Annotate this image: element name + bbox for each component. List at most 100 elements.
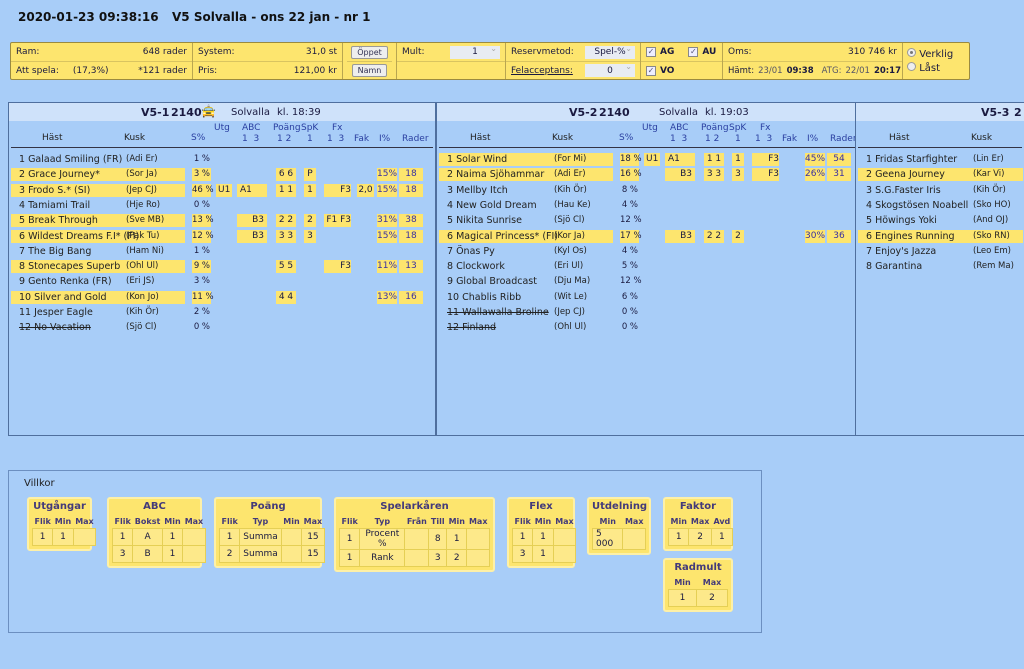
horse-abc[interactable]: B3 [237,214,267,228]
horse-row[interactable]: 3 S.G.Faster Iris (Kih Ör) [856,184,1023,198]
horse-fx[interactable]: F3 [324,183,351,197]
horse-row[interactable]: 4 Tamiami Trail (Hje Ro) 0 % [9,199,435,213]
horse-rader[interactable]: 18 [399,229,423,243]
horse-row[interactable]: 6 Engines Running (Sko RN) [856,229,1023,244]
horse-row[interactable]: 1 Galaad Smiling (FR) (Adi Er) 1 % [9,153,435,167]
horse-row[interactable]: 5 Höwings Yoki (And OJ) [856,214,1023,228]
card-row[interactable]: 11 [511,527,577,546]
horse-row[interactable]: 8 Stonecapes Superb (Ohl Ul) 9 % 5 5 F3 11% 13 [9,260,435,274]
horse-row[interactable]: 8 Garantina (Rem Ma) [856,260,1023,274]
card-row[interactable]: 121 [667,527,733,546]
horse-spk[interactable]: 2 [732,229,744,243]
card-cell[interactable]: 15 [301,527,325,546]
horse-utg[interactable]: U1 [216,183,232,197]
horse-row[interactable]: 4 New Gold Dream (Hau Ke) 4 % [437,199,863,213]
horse-fx[interactable]: F3 [752,153,779,166]
vo-checkbox[interactable]: ✓ [646,65,656,76]
card-cell[interactable]: 1 [31,527,54,546]
horse-rader[interactable]: 38 [399,214,423,228]
card-cell[interactable]: 3 [428,548,448,567]
horse-utg[interactable]: U1 [644,153,660,166]
card-cell[interactable]: 1 [338,548,361,567]
card-cell[interactable] [622,527,646,550]
card-cell[interactable]: Summa [239,527,282,546]
card-cell[interactable]: 1 [52,527,74,546]
horse-row[interactable]: 2 Geena Journey (Kar Vi) [856,168,1023,182]
felacceptans-link[interactable]: Felacceptans: [511,66,573,76]
card-cell[interactable]: B [132,544,163,563]
card-cell[interactable] [466,527,490,550]
horse-ipct[interactable]: 45% [805,153,825,166]
horse-fx[interactable]: F3 [324,260,351,274]
horse-row[interactable]: 10 Chablis Ribb (Wit Le) 6 % [437,291,863,305]
card-cell[interactable]: 1 [161,544,184,563]
horse-poang[interactable]: 2 2 [704,229,724,243]
horse-abc[interactable]: A1 [665,153,695,166]
horse-spk[interactable]: 1 [732,153,744,166]
horse-spk[interactable]: 1 [304,183,316,197]
horse-ipct[interactable]: 15% [377,168,397,182]
card-row[interactable]: 11 [31,527,97,546]
card-cell[interactable]: 1 [667,588,698,607]
horse-row[interactable]: 4 Skogstösen Noabell (Sko HO) [856,199,1023,213]
horse-row[interactable]: 8 Clockwork (Eri Ul) 5 % [437,260,863,274]
horse-rader[interactable]: 54 [827,153,851,166]
card-cell[interactable]: 5 000 [591,527,624,550]
card-row[interactable]: 1 Summa 15 [218,527,325,546]
mult-select[interactable]: 1 [450,44,500,59]
card-cell[interactable]: A [132,527,163,546]
horse-ipct[interactable]: 13% [377,290,397,304]
horse-row[interactable]: 10 Silver and Gold (Kon Jo) 11 % 4 4 13% 16 [9,290,435,305]
card-cell[interactable]: 1 [532,544,554,563]
horse-ipct[interactable]: 30% [805,229,825,243]
card-cell[interactable] [552,527,577,546]
card-row[interactable]: 31 [511,544,577,563]
card-cell[interactable]: 1 [446,527,468,550]
horse-rader[interactable]: 13 [399,260,423,274]
horse-row[interactable]: 6 Wildest Dreams F.I* (FI) (Pak Tu) 12 % B3… [9,229,435,244]
horse-fak[interactable]: 2,0 [357,183,374,197]
card-row[interactable]: 2 Summa 15 [218,544,325,563]
felacceptans-select[interactable]: 0 [585,62,635,77]
card-cell[interactable]: 2 [446,548,468,567]
card-cell[interactable] [280,544,303,563]
horse-row[interactable]: 5 Break Through (Sve MB) 13 % B3 2 2 2 F1 F3 31… [9,214,435,228]
card-cell[interactable]: 1 [710,527,733,546]
horse-row[interactable]: 6 Magical Princess* (FI) (Kor Ja) 17 % B3 2 … [437,229,863,244]
namn-button[interactable]: Namn [351,64,388,77]
card-cell[interactable] [182,544,206,563]
horse-row[interactable]: 2 Grace Journey* (Sor Ja) 3 % 6 6 P 15% 18 [9,168,435,182]
horse-rader[interactable]: 36 [827,229,851,243]
horse-poang[interactable]: 5 5 [276,260,296,274]
card-cell[interactable]: 1 [667,527,690,546]
horse-poang[interactable]: 3 3 [704,168,724,182]
horse-ipct[interactable]: 11% [377,260,397,274]
horse-spk[interactable]: 3 [732,168,744,182]
horse-abc[interactable]: B3 [665,168,695,182]
horse-ipct[interactable]: 15% [377,183,397,197]
horse-row[interactable]: 3 Frodo S.* (SI) (Jep CJ) 46 % U1 A1 1 1 1 F3 2,… [9,183,435,198]
horse-rader[interactable]: 18 [399,183,423,197]
radio-last[interactable]: Låst [907,62,969,74]
horse-row[interactable]: 9 Gento Renka (FR) (Eri JS) 3 % [9,275,435,289]
card-row[interactable]: 3B1 [111,544,206,563]
card-row[interactable]: 5 000 [591,527,646,550]
card-cell[interactable]: Procent % [359,527,406,550]
radio-verklig[interactable]: Verklig [907,48,969,60]
horse-row[interactable]: 11 Jesper Eagle (Kih Ör) 2 % [9,306,435,320]
horse-poang[interactable]: 4 4 [276,290,296,304]
horse-rader[interactable]: 16 [399,290,423,304]
card-cell[interactable] [466,548,490,567]
horse-row[interactable]: 3 Mellby Itch (Kih Ör) 8 % [437,184,863,198]
card-cell[interactable]: 1 [511,527,534,546]
card-cell[interactable]: Rank [359,548,406,567]
horse-poang[interactable]: 1 1 [704,153,724,166]
horse-fx[interactable]: F1 F3 [324,214,351,228]
horse-abc[interactable]: B3 [665,229,695,243]
horse-row[interactable]: 12 Finland (Ohl Ul) 0 % [437,321,863,335]
horse-spk[interactable]: 3 [304,229,316,243]
card-row[interactable]: 12 [667,588,728,607]
horse-row[interactable]: 12 No Vacation (Sjö Cl) 0 % [9,321,435,335]
card-cell[interactable]: Summa [239,544,282,563]
horse-row[interactable]: 5 Nikita Sunrise (Sjö Cl) 12 % [437,214,863,228]
